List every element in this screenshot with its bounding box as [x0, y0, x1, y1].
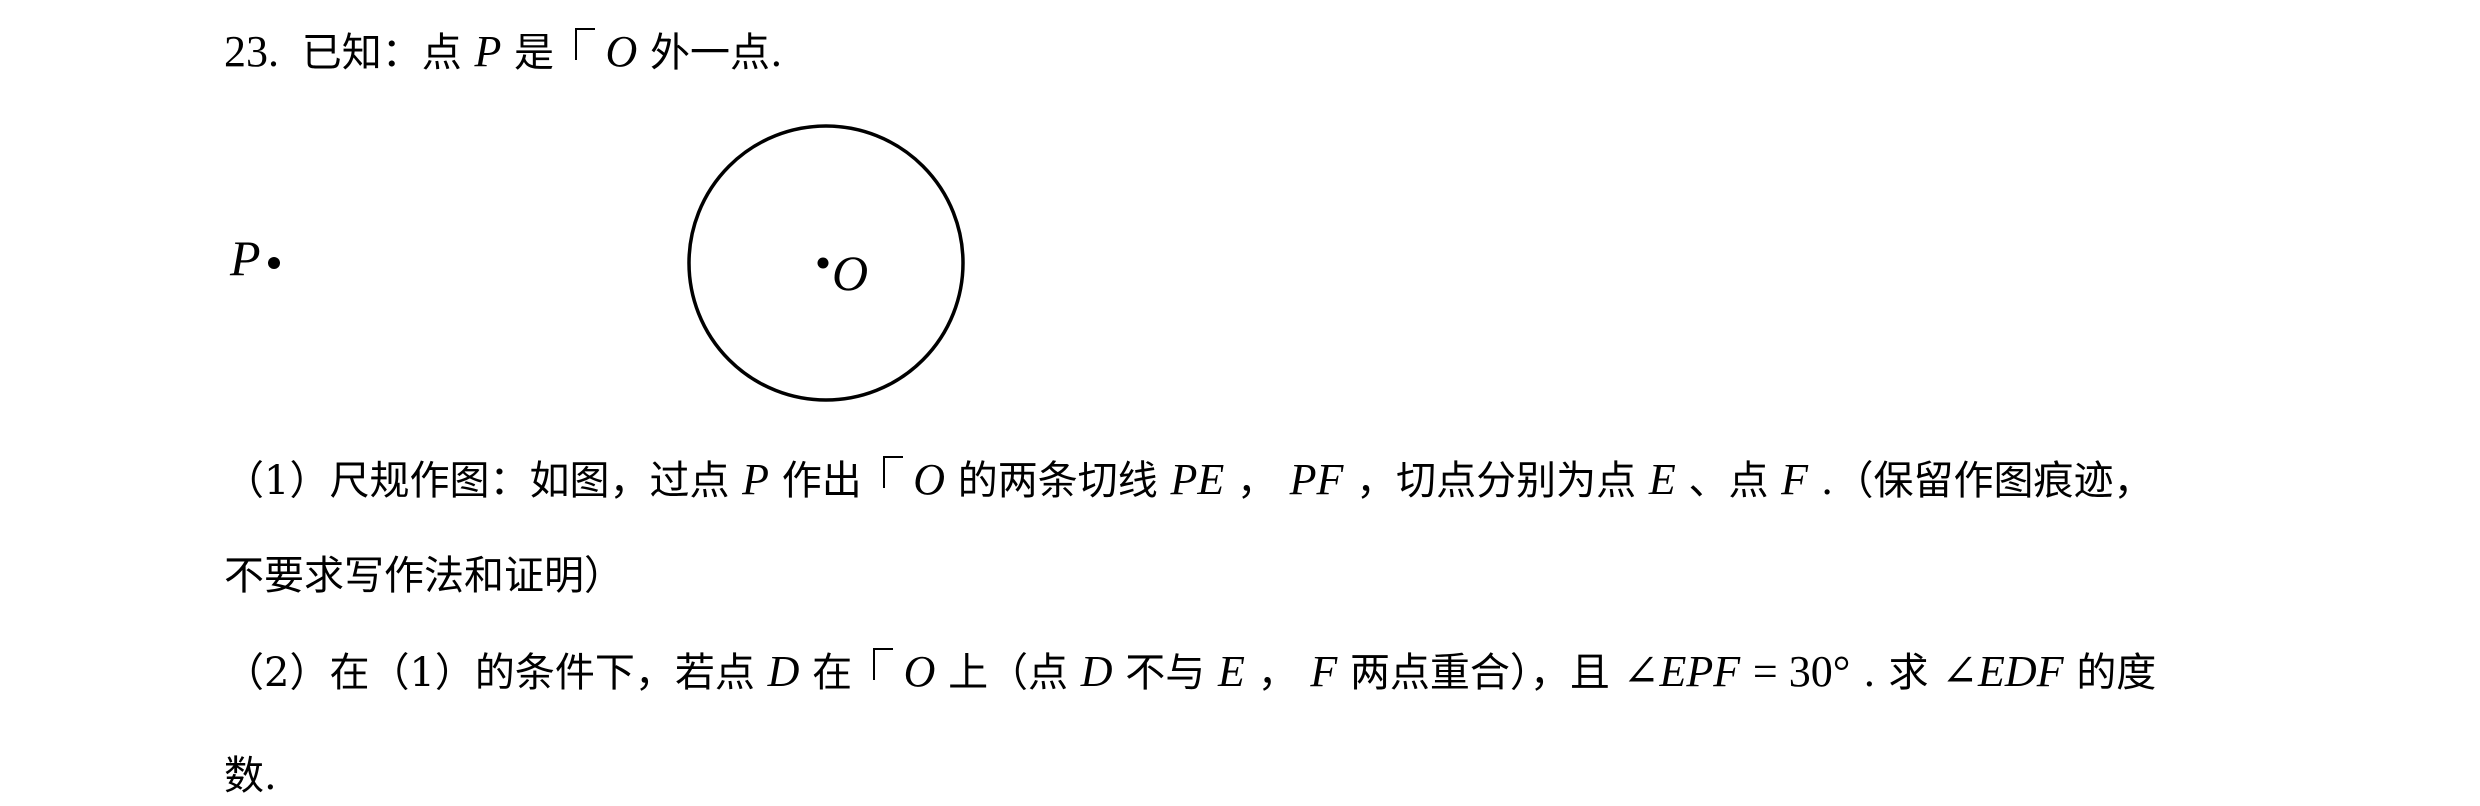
- part2-text-2: 上（点: [948, 650, 1069, 696]
- point-e: E: [1648, 455, 1676, 504]
- part1-line-1: （1）尺规作图：如图，过点 P 作出 O 的两条切线 PE ， PF ，切点分别…: [224, 452, 2154, 508]
- part2-point-e: E: [1218, 647, 1245, 696]
- part2-text-6: 的度: [2076, 650, 2157, 696]
- problem-intro-text: 已知：点: [301, 30, 462, 76]
- part2-text-5: . 求: [1863, 650, 1929, 696]
- part1-suffix: .（保留作图痕迹，: [1820, 458, 2154, 504]
- part2-prefix: （2）在（1）的条件下，若点: [224, 650, 755, 696]
- part1-line-2: 不要求写作法和证明）: [224, 548, 624, 604]
- part2-text-4: 两点重合），且: [1349, 650, 1610, 696]
- tangent-pe: PE: [1170, 455, 1225, 504]
- part2-line-1: （2）在（1）的条件下，若点 D 在 O 上（点 D 不与 E ， F 两点重合…: [224, 644, 2156, 700]
- point-d-2: D: [1080, 647, 1113, 696]
- problem-intro-text-2: 是: [514, 30, 555, 76]
- part1-text-4: 、点: [1688, 458, 1769, 504]
- part2-text-1: 在: [812, 650, 853, 696]
- center-label: O: [832, 245, 868, 301]
- part1-sep: ，: [1236, 458, 1277, 504]
- part1-line2-text: 不要求写作法和证明）: [224, 553, 624, 599]
- part1-text-1: 作出: [781, 458, 862, 504]
- angle-epf: ∠EPF: [1622, 647, 1741, 696]
- part1-circle-o: O: [913, 455, 945, 504]
- circle-symbol-icon: [571, 26, 595, 70]
- point-f: F: [1781, 455, 1809, 504]
- part1-var-p: P: [742, 455, 770, 504]
- center-point: [817, 257, 829, 269]
- angle-value: 30°: [1788, 647, 1851, 696]
- problem-intro-text-3: 外一点.: [649, 30, 783, 76]
- point-p: [268, 257, 280, 269]
- circle-symbol-icon: [879, 454, 903, 498]
- part2-line2-text: 数.: [224, 753, 277, 799]
- part2-point-f: F: [1310, 647, 1338, 696]
- equals-sign: =: [1752, 647, 1789, 696]
- circle-symbol-icon: [869, 646, 893, 690]
- geometry-figure: O P: [229, 124, 965, 402]
- tangent-pf: PF: [1289, 455, 1344, 504]
- point-d: D: [767, 647, 800, 696]
- problem-statement: 23. 已知：点 P 是 O 外一点.: [224, 24, 783, 80]
- problem-number: 23.: [224, 27, 279, 76]
- angle-edf: ∠EDF: [1941, 647, 2064, 696]
- part2-line-2: 数.: [224, 748, 277, 804]
- part2-text-3: 不与: [1125, 650, 1206, 696]
- point-p-label: P: [229, 230, 261, 286]
- circle-o-label: O: [605, 27, 638, 76]
- part2-circle-o: O: [903, 647, 936, 696]
- var-p: P: [474, 27, 502, 76]
- part1-prefix: （1）尺规作图：如图，过点: [224, 458, 730, 504]
- part1-text-2: 的两条切线: [957, 458, 1158, 504]
- part2-sep: ，: [1257, 650, 1298, 696]
- part1-text-3: ，切点分别为点: [1356, 458, 1637, 504]
